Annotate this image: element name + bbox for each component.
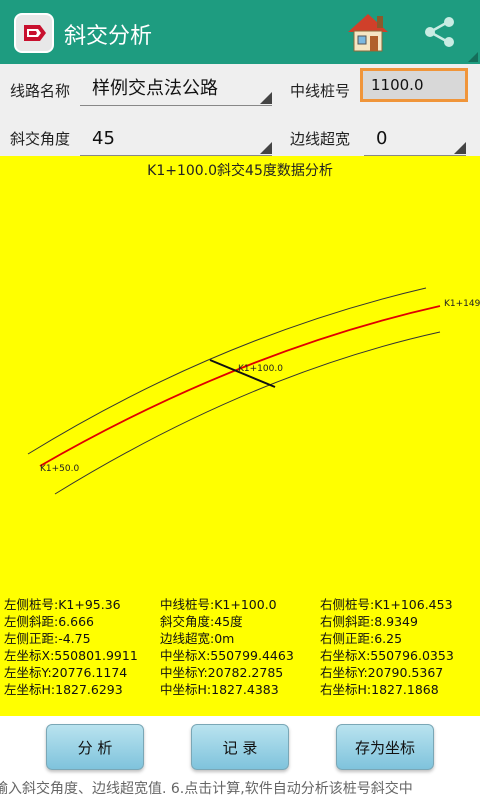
result-line: 斜交角度:45度 — [160, 614, 243, 629]
dropdown-arrow-icon — [454, 142, 466, 154]
center-stake-label: 中线桩号 — [290, 82, 351, 100]
result-line: 中坐标Y:20782.2785 — [160, 665, 284, 680]
result-line: 右坐标X:550796.0353 — [320, 648, 454, 663]
result-line: 中坐标X:550799.4463 — [160, 648, 294, 663]
route-select[interactable]: 样例交点法公路 — [80, 72, 272, 106]
center-results: 中线桩号:K1+100.0 斜交角度:45度 边线超宽:0m 中坐标X:5507… — [160, 596, 294, 698]
record-button[interactable]: 记 录 — [191, 724, 289, 770]
result-line: 中线桩号:K1+100.0 — [160, 597, 277, 612]
end-stake-label: K1+149. — [444, 299, 480, 309]
result-line: 中坐标H:1827.4383 — [160, 682, 279, 697]
overflow-corner-icon — [468, 52, 478, 62]
start-stake-label: K1+50.0 — [40, 464, 79, 474]
side-widen-value: 0 — [376, 128, 388, 149]
left-results: 左侧桩号:K1+95.36 左侧斜距:6.666 左侧正距:-4.75 左坐标X… — [4, 596, 138, 698]
result-line: 右侧斜距:8.9349 — [320, 614, 418, 629]
result-line: 左侧斜距:6.666 — [4, 614, 94, 629]
center-stake-input[interactable]: 1100.0 — [360, 68, 468, 102]
center-line — [39, 305, 441, 467]
result-line: 左坐标X:550801.9911 — [4, 648, 138, 663]
help-marquee: 输入斜交角度、边线超宽值. 6.点击计算,软件自动分析该桩号斜交中 — [0, 776, 480, 800]
page-title: 斜交分析 — [64, 24, 153, 49]
input-form: 线路名称 样例交点法公路 中线桩号 1100.0 斜交角度 45 边线超宽 0 — [0, 64, 480, 156]
result-line: 左侧桩号:K1+95.36 — [4, 597, 121, 612]
right-side-line — [54, 331, 441, 495]
action-bar: 分 析 记 录 存为坐标 — [0, 716, 480, 776]
side-widen-label: 边线超宽 — [290, 130, 351, 148]
app-bar: 斜交分析 — [0, 0, 480, 64]
route-label: 线路名称 — [10, 82, 71, 100]
analyze-button[interactable]: 分 析 — [46, 724, 144, 770]
result-line: 右侧正距:6.25 — [320, 631, 403, 646]
share-icon[interactable] — [420, 12, 460, 52]
road-drawing: K1+50.0 K1+100.0 K1+149. — [27, 287, 480, 495]
side-widen-select[interactable]: 0 — [364, 122, 466, 156]
result-line: 右坐标Y:20790.5367 — [320, 665, 444, 680]
result-line: 左坐标H:1827.6293 — [4, 682, 123, 697]
skew-angle-value: 45 — [92, 128, 115, 149]
skew-angle-label: 斜交角度 — [10, 130, 71, 148]
app-logo-icon — [14, 13, 54, 53]
result-line: 左坐标Y:20776.1174 — [4, 665, 128, 680]
home-icon[interactable] — [344, 8, 392, 56]
dropdown-arrow-icon — [260, 142, 272, 154]
left-side-line — [27, 287, 427, 455]
skew-angle-select[interactable]: 45 — [80, 122, 272, 156]
result-line: 左侧正距:-4.75 — [4, 631, 91, 646]
dropdown-arrow-icon — [260, 92, 272, 104]
right-results: 右侧桩号:K1+106.453 右侧斜距:8.9349 右侧正距:6.25 右坐… — [320, 596, 454, 698]
help-text: 输入斜交角度、边线超宽值. 6.点击计算,软件自动分析该桩号斜交中 — [0, 781, 413, 797]
save-coordinate-button[interactable]: 存为坐标 — [336, 724, 434, 770]
mid-stake-label: K1+100.0 — [238, 364, 283, 374]
result-line: 右坐标H:1827.1868 — [320, 682, 439, 697]
result-line: 边线超宽:0m — [160, 631, 235, 646]
analysis-canvas: K1+100.0斜交45度数据分析 K1+50.0 K1+100.0 K1+14… — [0, 156, 480, 716]
result-line: 右侧桩号:K1+106.453 — [320, 597, 453, 612]
route-select-value: 样例交点法公路 — [92, 78, 218, 99]
